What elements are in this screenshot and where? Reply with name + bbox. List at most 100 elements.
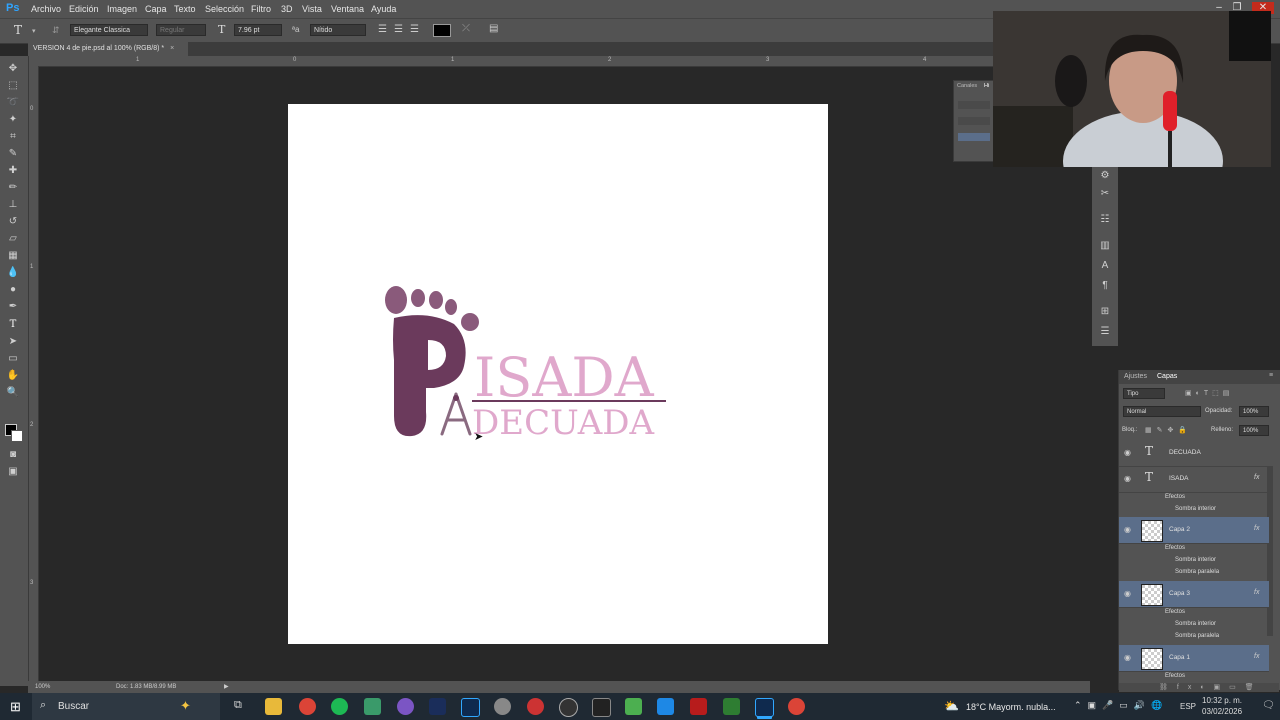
filter-icons[interactable]: ▣◐T⬚▤ bbox=[1185, 389, 1233, 397]
layer-filter-select[interactable]: Tipo bbox=[1123, 388, 1165, 399]
menu-edicion[interactable]: Edición bbox=[69, 4, 99, 14]
chrome-icon[interactable] bbox=[299, 698, 316, 715]
zoom-level[interactable]: 100% bbox=[35, 684, 50, 690]
crop-tool-icon[interactable]: ⌗ bbox=[5, 130, 21, 144]
channel-row[interactable] bbox=[958, 117, 990, 125]
menu-vista[interactable]: Vista bbox=[302, 4, 322, 14]
warp-text-icon[interactable]: ⤫ bbox=[462, 23, 470, 34]
opacity-field[interactable]: 100% bbox=[1239, 406, 1269, 417]
layer-row-isada[interactable]: ◉ T ISADA fx bbox=[1119, 466, 1269, 493]
tab-ajustes[interactable]: Ajustes bbox=[1124, 373, 1147, 380]
app-icon-green[interactable] bbox=[364, 698, 381, 715]
marquee-tool-icon[interactable]: ⬚ bbox=[5, 79, 21, 93]
background-color-swatch[interactable] bbox=[11, 430, 23, 442]
tab-capas[interactable]: Capas bbox=[1157, 373, 1177, 380]
blend-mode-select[interactable]: Normal bbox=[1123, 406, 1201, 417]
character-panel-icon[interactable]: A bbox=[1097, 260, 1113, 274]
character-panel-icon[interactable]: ▤ bbox=[489, 23, 498, 34]
menu-texto[interactable]: Texto bbox=[174, 4, 196, 14]
photoshop-taskbar-icon[interactable] bbox=[461, 698, 480, 717]
fx-icon[interactable]: fx bbox=[1254, 653, 1259, 660]
clone-stamp-tool-icon[interactable]: ⊥ bbox=[5, 198, 21, 212]
orientation-icon[interactable]: ⇵ bbox=[52, 25, 60, 36]
font-size-field[interactable]: 7.96 pt bbox=[234, 24, 282, 36]
type-tool-icon[interactable]: T bbox=[5, 318, 21, 332]
app-icon-blue[interactable] bbox=[657, 698, 674, 715]
path-selection-tool-icon[interactable]: ➤ bbox=[5, 335, 21, 349]
panel-menu-icon[interactable]: ≡ bbox=[1269, 372, 1273, 379]
layers-bottom-toolbar-icons[interactable]: ⛓fx◐▣▭🗑 bbox=[1119, 683, 1279, 692]
zoom-tool-icon[interactable]: 🔍 bbox=[5, 386, 21, 400]
blur-tool-icon[interactable]: 💧 bbox=[5, 266, 21, 280]
paragraph-panel-icon[interactable]: ¶ bbox=[1097, 280, 1113, 294]
github-icon[interactable] bbox=[559, 698, 578, 717]
font-style-select[interactable]: Regular bbox=[156, 24, 206, 36]
effect-item[interactable]: Sombra interior bbox=[1119, 555, 1269, 567]
align-right-icon[interactable]: ☰ bbox=[410, 24, 419, 35]
photoshop-active-icon[interactable] bbox=[755, 698, 774, 717]
menu-ayuda[interactable]: Ayuda bbox=[371, 4, 396, 14]
tool-presets-icon[interactable]: ✂ bbox=[1097, 188, 1113, 202]
clock-time[interactable]: 10:32 p. m. bbox=[1202, 696, 1242, 705]
visibility-eye-icon[interactable]: ◉ bbox=[1124, 474, 1131, 483]
properties-icon[interactable]: ⊞ bbox=[1097, 306, 1113, 320]
move-tool-icon[interactable]: ✥ bbox=[5, 62, 21, 76]
effects-group[interactable]: Efectos bbox=[1119, 671, 1269, 683]
epic-games-icon[interactable] bbox=[592, 698, 611, 717]
type-tool-icon[interactable]: T bbox=[14, 23, 22, 37]
file-explorer-icon[interactable] bbox=[265, 698, 282, 715]
align-left-icon[interactable]: ☰ bbox=[378, 24, 387, 35]
vegas-icon[interactable] bbox=[429, 698, 446, 715]
layer-row-capa-3[interactable]: ◉ Capa 3 fx bbox=[1119, 581, 1269, 608]
effects-group[interactable]: Efectos bbox=[1119, 543, 1269, 555]
system-tray-icons[interactable]: ⌃▣🎤▭🔊🌐 bbox=[1074, 700, 1168, 711]
app-icon-red[interactable] bbox=[527, 698, 544, 715]
layer-row-capa-1[interactable]: ◉ Capa 1 fx bbox=[1119, 645, 1269, 672]
fx-icon[interactable]: fx bbox=[1254, 525, 1259, 532]
font-family-select[interactable]: Elegante Classica bbox=[70, 24, 148, 36]
document-tab[interactable]: VERSION 4 de pie.psd al 100% (RGB/8) * × bbox=[28, 42, 188, 56]
history-brush-tool-icon[interactable]: ↺ bbox=[5, 215, 21, 229]
fill-field[interactable]: 100% bbox=[1239, 425, 1269, 436]
app-icon-gray[interactable] bbox=[494, 698, 511, 715]
effect-item[interactable]: Sombra paralela bbox=[1119, 567, 1269, 579]
adjustments-icon[interactable]: ☰ bbox=[1097, 326, 1113, 340]
layer-row-decuada[interactable]: ◉ T DECUADA bbox=[1119, 440, 1269, 467]
minecraft-icon[interactable] bbox=[625, 698, 642, 715]
app-icon-purple[interactable] bbox=[397, 698, 414, 715]
menu-3d[interactable]: 3D bbox=[281, 4, 293, 14]
visibility-eye-icon[interactable]: ◉ bbox=[1124, 525, 1131, 534]
chrome-icon-2[interactable] bbox=[788, 698, 805, 715]
healing-brush-tool-icon[interactable]: ✚ bbox=[5, 164, 21, 178]
tab-channels[interactable]: Canales bbox=[957, 83, 977, 89]
pen-tool-icon[interactable]: ✒ bbox=[5, 300, 21, 314]
fx-icon[interactable]: fx bbox=[1254, 589, 1259, 596]
gradient-tool-icon[interactable]: ▦ bbox=[5, 249, 21, 263]
menu-filtro[interactable]: Filtro bbox=[251, 4, 271, 14]
align-center-icon[interactable]: ☰ bbox=[394, 24, 403, 35]
visibility-eye-icon[interactable]: ◉ bbox=[1124, 653, 1131, 662]
effect-item[interactable]: Sombra interior bbox=[1119, 504, 1269, 516]
menu-capa[interactable]: Capa bbox=[145, 4, 167, 14]
screen-mode-icon[interactable]: ▣ bbox=[5, 465, 21, 479]
fx-icon[interactable]: fx bbox=[1254, 474, 1259, 481]
lasso-tool-icon[interactable]: ➰ bbox=[5, 96, 21, 110]
layer-row-capa-2[interactable]: ◉ Capa 2 fx bbox=[1119, 517, 1269, 544]
rectangle-tool-icon[interactable]: ▭ bbox=[5, 352, 21, 366]
lock-icons[interactable]: ▦✎✥🔒 bbox=[1145, 426, 1192, 434]
spotify-icon[interactable] bbox=[331, 698, 348, 715]
effect-item[interactable]: Sombra interior bbox=[1119, 619, 1269, 631]
status-arrow-icon[interactable]: ▶ bbox=[224, 683, 229, 690]
task-view-icon[interactable]: ⧉ bbox=[234, 699, 242, 712]
eyedropper-tool-icon[interactable]: ✎ bbox=[5, 147, 21, 161]
visibility-eye-icon[interactable]: ◉ bbox=[1124, 448, 1131, 457]
notifications-icon[interactable]: 🗨 bbox=[1262, 700, 1275, 711]
effects-group[interactable]: Efectos bbox=[1119, 607, 1269, 619]
dodge-tool-icon[interactable]: ● bbox=[5, 283, 21, 297]
menu-archivo[interactable]: Archivo bbox=[31, 4, 61, 14]
layer-comps-icon[interactable]: ▥ bbox=[1097, 240, 1113, 254]
brush-tool-icon[interactable]: ✏ bbox=[5, 181, 21, 195]
clock-date[interactable]: 03/02/2026 bbox=[1202, 707, 1242, 716]
magic-wand-tool-icon[interactable]: ✦ bbox=[5, 113, 21, 127]
visibility-eye-icon[interactable]: ◉ bbox=[1124, 589, 1131, 598]
